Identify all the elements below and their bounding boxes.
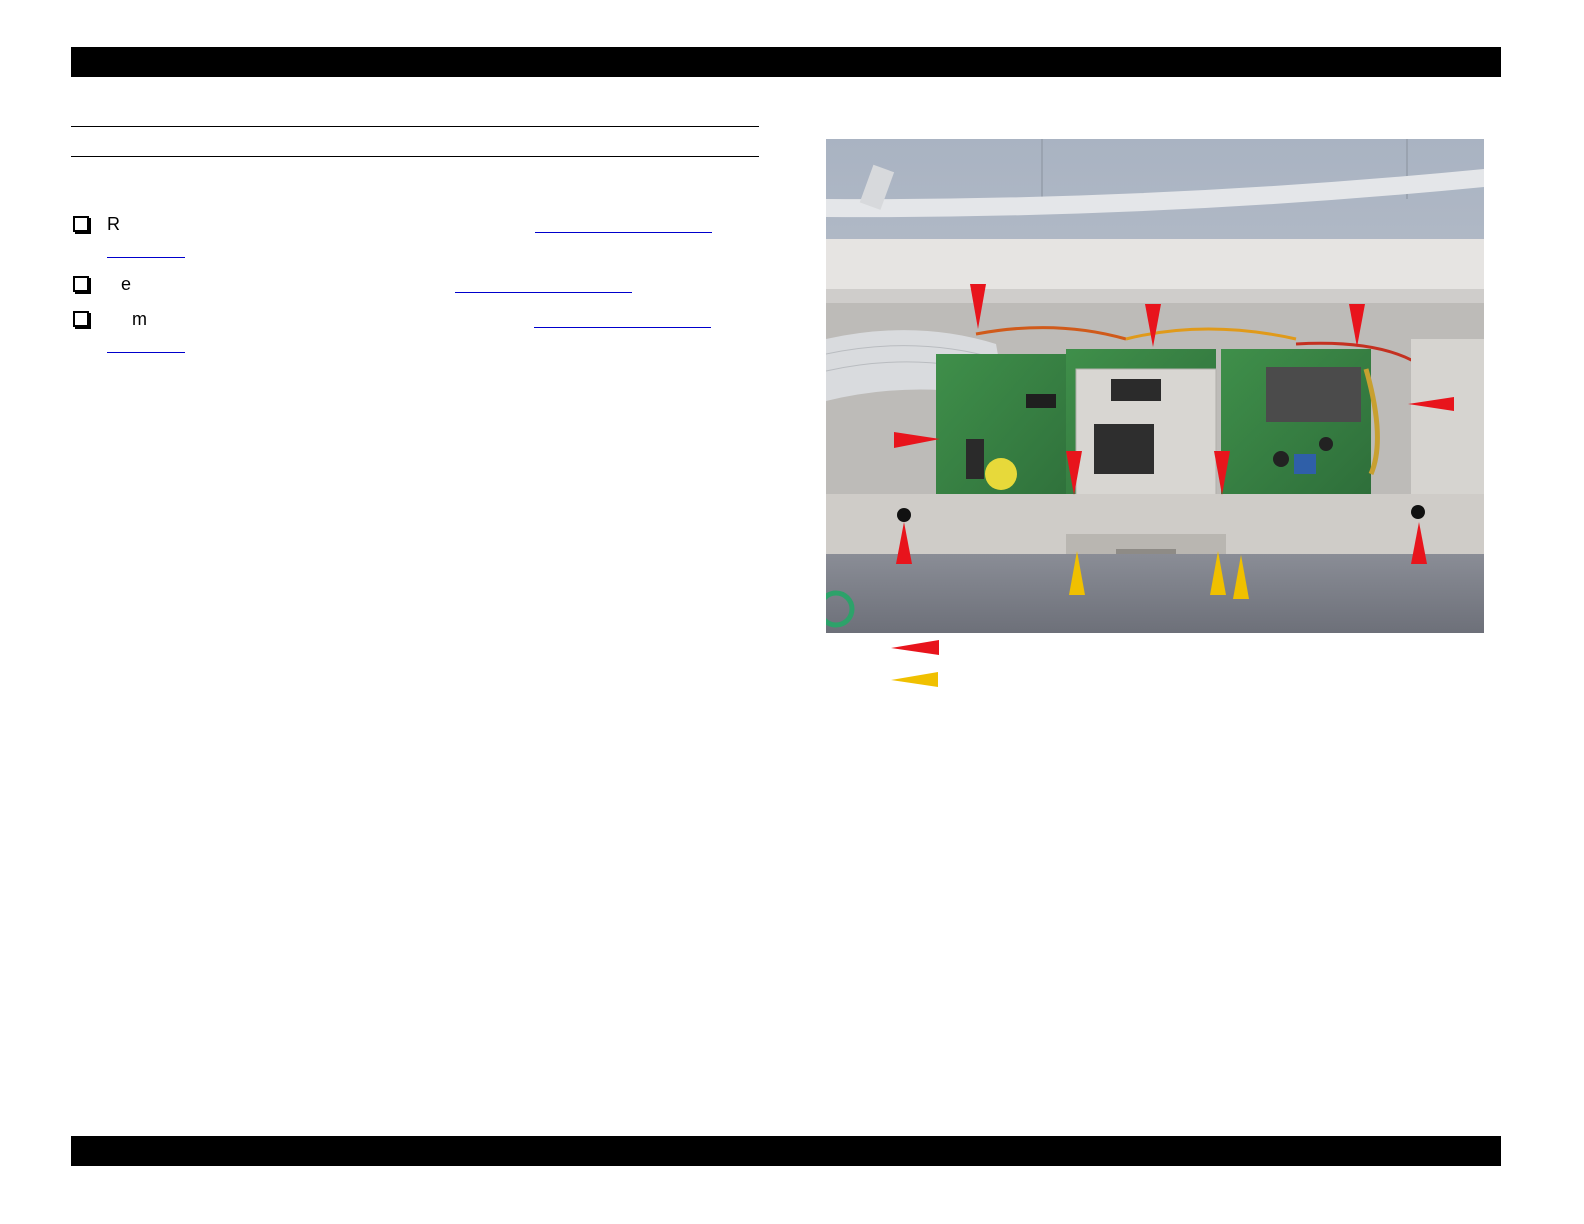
checkbox-icon <box>73 276 89 292</box>
section-rule-bottom <box>71 156 759 157</box>
step-lead-text: e <box>121 274 132 294</box>
step-item-2: e <box>71 274 761 298</box>
step-link[interactable] <box>534 327 711 328</box>
checkbox-icon <box>73 311 89 327</box>
step-link[interactable] <box>535 232 712 233</box>
footer-bar <box>71 1136 1501 1166</box>
board-photo <box>826 139 1484 633</box>
step-lead-text: R <box>107 214 120 234</box>
yellow-arrow-icon <box>891 672 938 687</box>
header-bar <box>71 47 1501 77</box>
checkbox-icon <box>73 216 89 232</box>
step-lead-text: m <box>132 309 147 329</box>
section-rule-top <box>71 126 759 127</box>
step-link-continued[interactable] <box>107 352 185 353</box>
step-link[interactable] <box>455 292 632 293</box>
step-item-1: R <box>71 214 761 264</box>
red-arrow-icon <box>891 640 939 655</box>
step-item-3: m <box>71 309 761 359</box>
step-link-continued[interactable] <box>107 257 185 258</box>
